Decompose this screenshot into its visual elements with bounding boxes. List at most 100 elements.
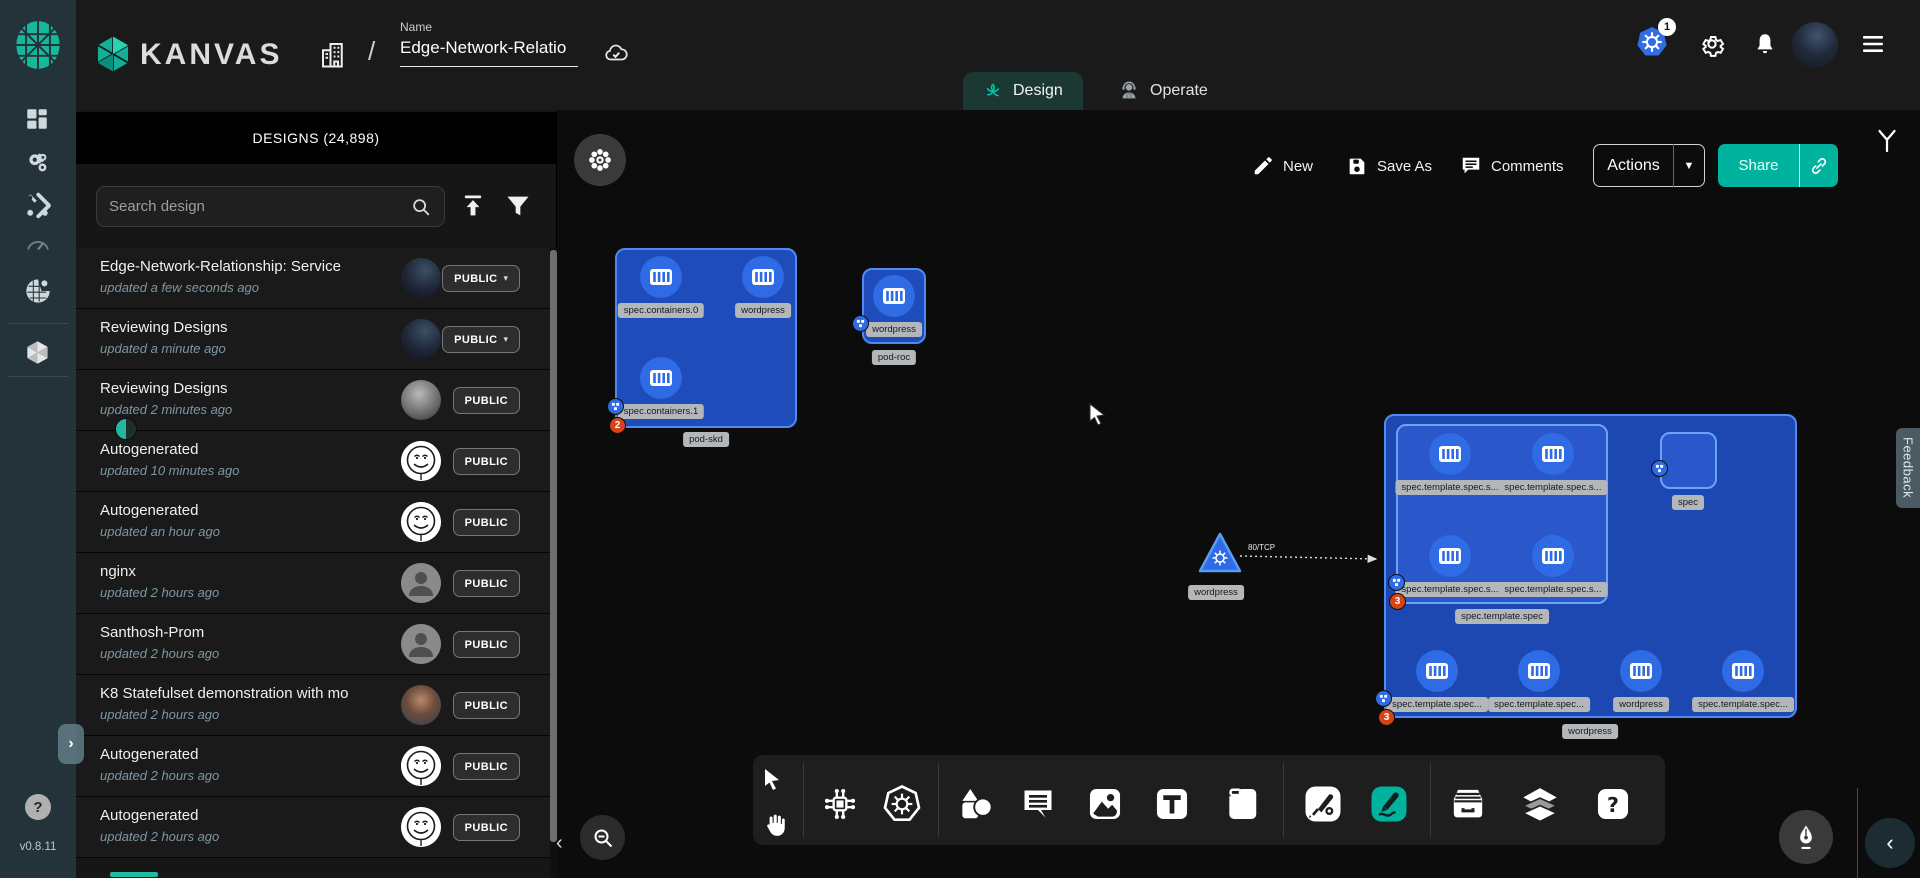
notifications-bell-icon[interactable] [1752, 31, 1778, 57]
comments-button[interactable]: Comments [1460, 146, 1564, 186]
components-tool-button[interactable] [821, 785, 859, 823]
node-label: pod-roc [872, 350, 916, 365]
pod-status-badge[interactable] [852, 315, 869, 332]
alert-count-badge[interactable]: 3 [1378, 709, 1395, 726]
container-node-icon[interactable] [639, 356, 683, 400]
container-node-icon[interactable] [872, 274, 916, 318]
new-button[interactable]: New [1252, 146, 1313, 186]
hamburger-menu-icon[interactable] [1858, 32, 1888, 56]
design-visibility-badge[interactable]: PUBLIC ▾ [453, 509, 520, 536]
container-node-icon[interactable] [1428, 534, 1472, 578]
design-list-item[interactable]: K8 Statefulset demonstration with mo upd… [76, 675, 550, 736]
design-list-item[interactable]: Santhosh-Prom updated 2 hours ago PUBLIC… [76, 614, 550, 675]
alert-count-badge[interactable]: 2 [609, 417, 626, 434]
feedback-tab[interactable]: Feedback [1896, 428, 1920, 508]
sidebar-item-kanvas[interactable] [24, 339, 52, 367]
design-list-item[interactable]: nginx updated 2 hours ago PUBLIC ▾ [76, 553, 550, 614]
alert-count-badge[interactable]: 3 [1389, 593, 1406, 610]
zoom-button[interactable] [580, 815, 625, 860]
edge-pen-tool-button[interactable] [1303, 784, 1343, 824]
collapse-right-dock-button[interactable]: ‹ [1865, 818, 1915, 868]
node-spec[interactable] [1660, 432, 1717, 489]
pod-status-badge[interactable] [1375, 690, 1392, 707]
design-visibility-badge[interactable]: PUBLIC ▾ [442, 326, 520, 353]
node-label: wordpress [1562, 724, 1618, 739]
toolbar-divider [938, 763, 939, 837]
container-node-icon[interactable] [741, 255, 785, 299]
user-avatar[interactable] [1792, 22, 1838, 68]
share-button[interactable]: Share [1718, 144, 1838, 187]
sidebar-item-lifecycle[interactable] [24, 149, 52, 177]
pen-mode-button[interactable] [1779, 810, 1833, 864]
design-visibility-badge[interactable]: PUBLIC ▾ [453, 692, 520, 719]
sticky-note-tool-button[interactable] [1223, 785, 1261, 823]
container-node-icon[interactable] [1415, 649, 1459, 693]
design-owner-avatar [401, 685, 441, 725]
design-name: Autogenerated [100, 441, 360, 458]
design-list-item[interactable]: Reviewing Designs updated a minute ago P… [76, 309, 550, 370]
design-visibility-badge[interactable]: PUBLIC ▾ [453, 570, 520, 597]
design-visibility-badge[interactable]: PUBLIC ▾ [453, 631, 520, 658]
collapse-panel-chevron[interactable]: ‹ [556, 832, 563, 855]
tab-design[interactable]: Design [963, 72, 1083, 110]
organization-icon[interactable] [318, 38, 348, 70]
container-node-icon[interactable] [1531, 432, 1575, 476]
container-node-icon[interactable] [639, 255, 683, 299]
node-label: spec.template.spec... [1692, 697, 1794, 712]
actions-button[interactable]: Actions ▼ [1593, 144, 1705, 187]
container-node-icon[interactable] [1619, 649, 1663, 693]
import-design-icon[interactable] [459, 192, 487, 220]
design-visibility-badge[interactable]: PUBLIC ▾ [442, 265, 520, 292]
sidebar-item-dashboard[interactable] [24, 106, 52, 134]
copy-link-button[interactable] [1800, 156, 1838, 176]
annotation-tool-button[interactable] [1020, 786, 1056, 822]
help-tool-button[interactable]: ? [1594, 785, 1632, 823]
image-tool-button[interactable] [1086, 785, 1124, 823]
service-node-icon[interactable] [1196, 530, 1244, 578]
sidebar-item-performance[interactable] [24, 232, 52, 260]
container-node-icon[interactable] [1721, 649, 1765, 693]
pod-status-badge[interactable] [1651, 460, 1668, 477]
pod-status-badge[interactable] [1388, 574, 1405, 591]
scrollbar-thumb[interactable] [550, 250, 557, 842]
design-list-item[interactable]: Reviewing Designs updated 2 minutes ago … [76, 370, 550, 431]
pan-tool-button[interactable] [762, 812, 788, 838]
design-list-item[interactable]: Autogenerated updated 10 minutes ago PUB… [76, 431, 550, 492]
design-list-item[interactable]: Autogenerated updated an hour ago PUBLIC… [76, 492, 550, 553]
design-visibility-badge[interactable]: PUBLIC ▾ [453, 387, 520, 414]
panel-scrollbar[interactable] [550, 248, 557, 878]
design-list-item[interactable]: Autogenerated updated 2 hours ago PUBLIC… [76, 797, 550, 858]
design-list-item[interactable]: Edge-Network-Relationship: Service updat… [76, 248, 550, 309]
settings-gear-icon[interactable] [1698, 30, 1726, 58]
layers-tool-button[interactable] [1520, 784, 1560, 824]
expand-panel-button[interactable]: › [58, 724, 84, 764]
sidebar-item-configuration[interactable] [24, 192, 52, 220]
layer5-logo-icon[interactable] [12, 19, 64, 71]
freehand-draw-tool-button[interactable] [1369, 784, 1409, 824]
container-node-icon[interactable] [1531, 534, 1575, 578]
kubernetes-context-icon[interactable]: 1 [1634, 24, 1674, 64]
hierarchy-view-icon[interactable] [1872, 126, 1902, 156]
design-visibility-badge[interactable]: PUBLIC ▾ [453, 448, 520, 475]
saved-designs-drawer-button[interactable] [1448, 784, 1488, 824]
design-list-item[interactable]: Autogenerated updated 2 hours ago PUBLIC… [76, 736, 550, 797]
help-button[interactable]: ? [25, 794, 51, 820]
filter-icon[interactable] [504, 192, 532, 220]
shapes-tool-button[interactable] [956, 785, 994, 823]
design-visibility-badge[interactable]: PUBLIC ▾ [453, 814, 520, 841]
design-search-input[interactable] [109, 198, 410, 215]
design-visibility-badge[interactable]: PUBLIC ▾ [453, 753, 520, 780]
select-tool-button[interactable] [761, 767, 785, 791]
pod-status-badge[interactable] [607, 398, 624, 415]
design-name-input[interactable]: Edge-Network-Relatio [400, 38, 578, 67]
sidebar-item-extensions[interactable] [24, 277, 52, 305]
tab-operate[interactable]: Operate [1098, 72, 1228, 110]
canvas-dock-button[interactable] [574, 134, 626, 186]
container-node-icon[interactable] [1517, 649, 1561, 693]
actions-dropdown-toggle[interactable]: ▼ [1674, 160, 1704, 172]
kubernetes-tool-button[interactable] [882, 784, 922, 824]
container-node-icon[interactable] [1428, 432, 1472, 476]
text-tool-button[interactable] [1153, 785, 1191, 823]
save-as-button[interactable]: Save As [1346, 146, 1432, 186]
node-label: wordpress [866, 322, 922, 337]
